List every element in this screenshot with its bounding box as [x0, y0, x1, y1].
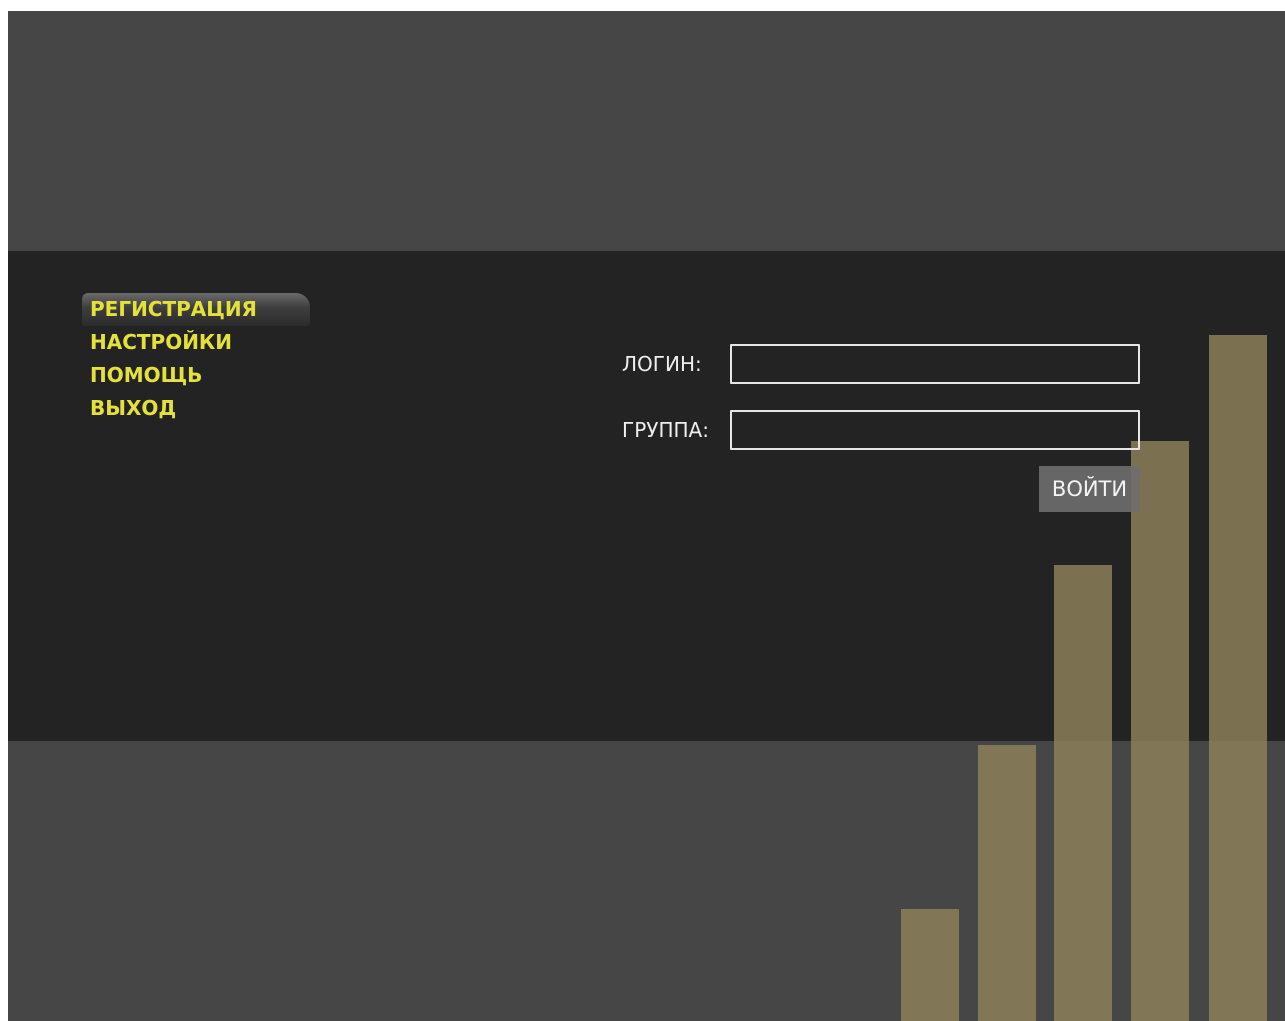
decorative-bar [1131, 441, 1189, 1021]
decorative-bar [901, 909, 959, 1021]
app-window: РЕГИСТРАЦИЯ НАСТРОЙКИ ПОМОЩЬ ВЫХОД ЛОГИН… [8, 11, 1285, 1021]
menu-item-settings[interactable]: НАСТРОЙКИ [82, 326, 310, 359]
header-band [8, 11, 1285, 251]
decorative-bar [978, 745, 1036, 1021]
main-menu: РЕГИСТРАЦИЯ НАСТРОЙКИ ПОМОЩЬ ВЫХОД [82, 293, 310, 425]
menu-item-exit[interactable]: ВЫХОД [82, 392, 310, 425]
menu-item-registration[interactable]: РЕГИСТРАЦИЯ [82, 293, 310, 326]
login-label: ЛОГИН: [622, 352, 702, 376]
decorative-bar [1209, 335, 1267, 1021]
decorative-bar [1054, 565, 1112, 1021]
group-input[interactable] [730, 410, 1140, 450]
login-input[interactable] [730, 344, 1140, 384]
menu-item-help[interactable]: ПОМОЩЬ [82, 359, 310, 392]
login-button[interactable]: ВОЙТИ [1039, 466, 1140, 512]
group-label: ГРУППА: [622, 418, 709, 442]
